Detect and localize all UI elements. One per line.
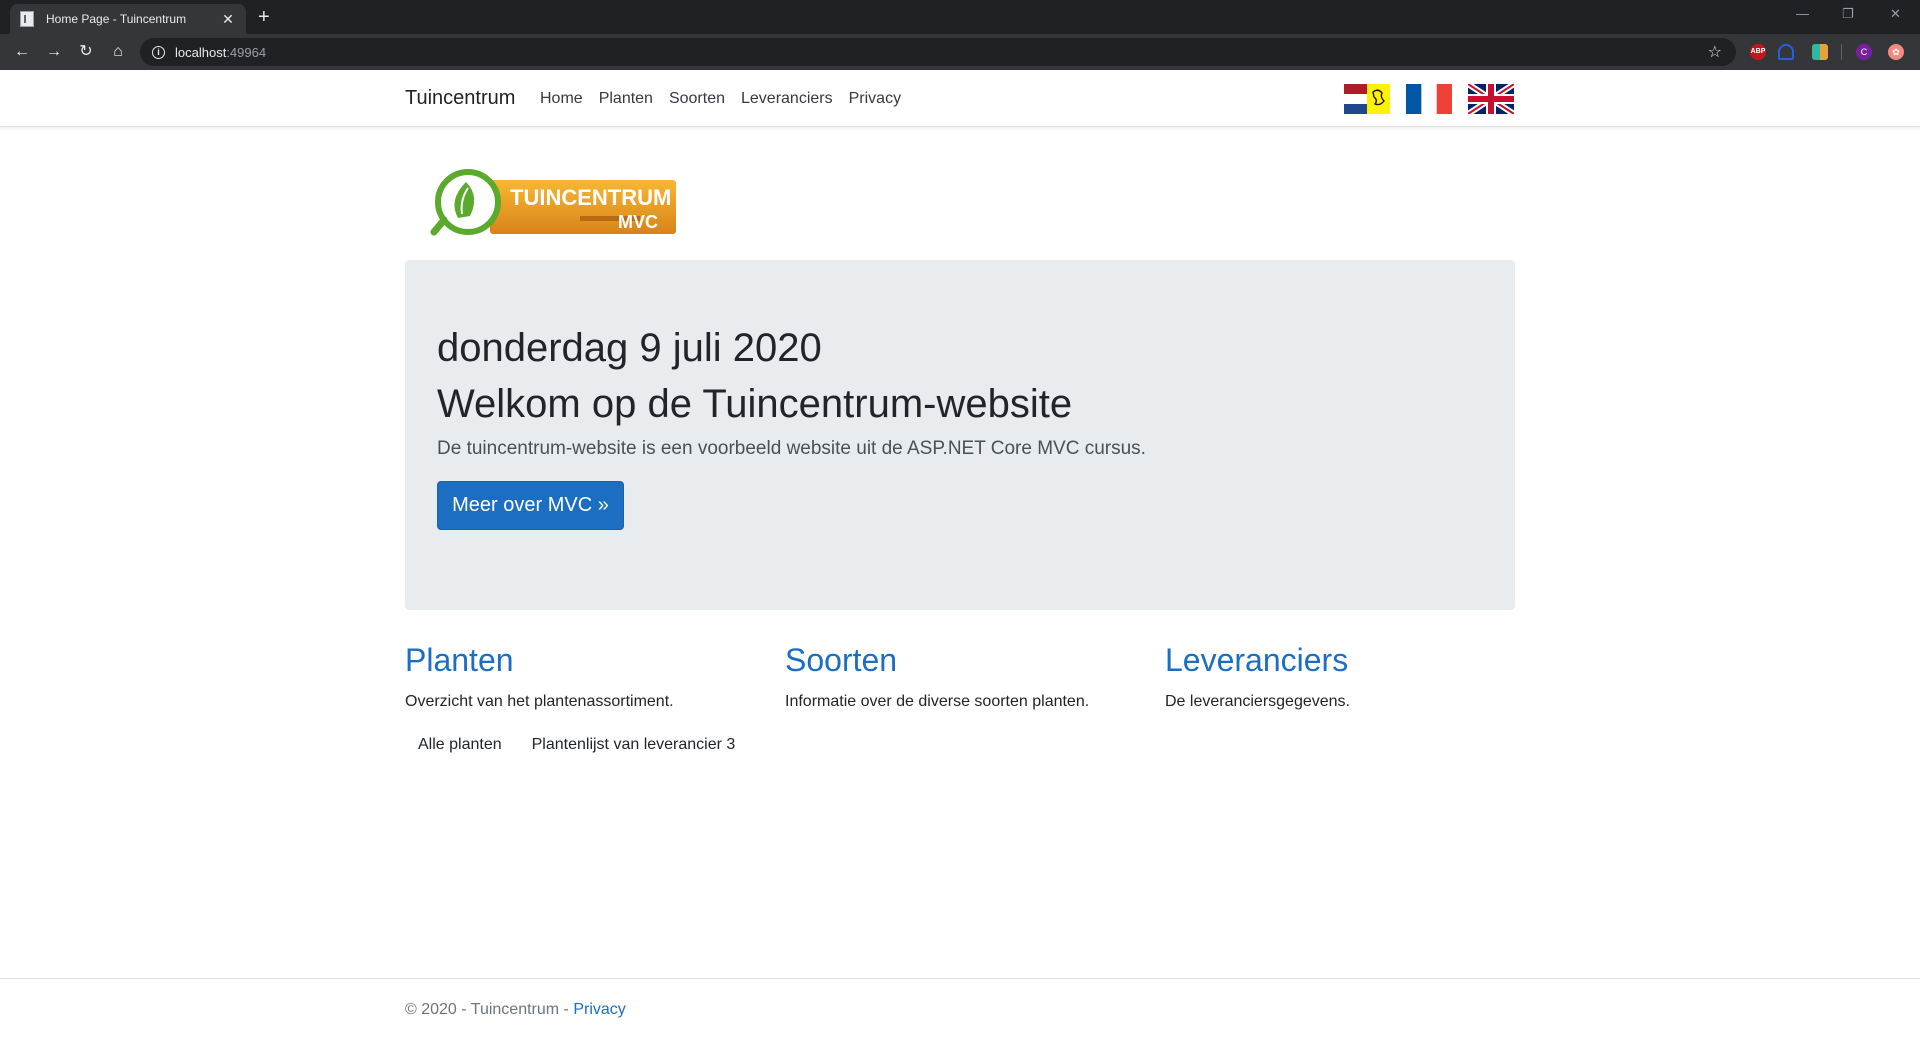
address-bar[interactable]: i localhost :49964 ☆ — [140, 38, 1736, 66]
nav-link-soorten[interactable]: Soorten — [669, 90, 725, 108]
leveranciers-section: Leveranciers De leveranciersgegevens. — [1165, 642, 1525, 711]
home-icon[interactable]: ⌂ — [108, 42, 128, 62]
leveranciers-heading-link[interactable]: Leveranciers — [1165, 642, 1525, 679]
nav-link-home[interactable]: Home — [540, 90, 583, 108]
soorten-section: Soorten Informatie over de diverse soort… — [785, 642, 1145, 711]
planten-heading-link[interactable]: Planten — [405, 642, 765, 679]
logo-text-line2: MVC — [618, 212, 658, 232]
restore-icon[interactable]: ❐ — [1842, 6, 1854, 22]
dutch-flag-icon[interactable] — [1344, 84, 1390, 114]
uk-flag-icon[interactable] — [1468, 84, 1514, 114]
alle-planten-link[interactable]: Alle planten — [418, 736, 502, 754]
nav-link-planten[interactable]: Planten — [599, 90, 653, 108]
jumbotron: donderdag 9 juli 2020 Welkom op de Tuinc… — [405, 260, 1515, 610]
browser-tabstrip: Home Page - Tuincentrum ✕ + — ❐ ✕ — [0, 0, 1920, 34]
planten-sublinks: Alle planten Plantenlijst van leverancie… — [418, 736, 735, 754]
toolbar-divider — [1841, 44, 1842, 60]
new-tab-icon[interactable]: + — [258, 6, 270, 28]
window-close-icon[interactable]: ✕ — [1890, 6, 1901, 22]
info-icon[interactable]: i — [152, 45, 165, 59]
tuincentrum-logo: TUINCENTRUM MVC — [430, 169, 676, 236]
soorten-description: Informatie over de diverse soorten plant… — [785, 693, 1090, 710]
welcome-heading: Welkom op de Tuincentrum-website — [437, 382, 1073, 426]
minimize-icon[interactable]: — — [1796, 6, 1809, 21]
url-port: :49964 — [226, 44, 267, 60]
profile-avatar[interactable]: C — [1856, 44, 1872, 60]
footer-text: © 2020 - Tuincentrum - Privacy — [405, 1001, 626, 1019]
logo-text-line1: TUINCENTRUM — [510, 185, 671, 210]
close-icon[interactable]: ✕ — [220, 11, 236, 28]
french-flag-icon[interactable] — [1406, 84, 1452, 114]
meer-over-mvc-button[interactable]: Meer over MVC » — [437, 481, 624, 530]
back-icon[interactable]: ← — [12, 42, 32, 62]
navbar-brand[interactable]: Tuincentrum — [405, 87, 515, 110]
site-navbar: Tuincentrum Home Planten Soorten Leveran… — [0, 70, 1920, 127]
copyright-text: © 2020 - Tuincentrum - — [405, 1001, 574, 1018]
browser-toolbar: ← → ↻ ⌂ i localhost :49964 ☆ ABP C ✿ — [0, 34, 1920, 70]
planten-description: Overzicht van het plantenassortiment. — [405, 693, 674, 710]
plantenlijst-leverancier-link[interactable]: Plantenlijst van leverancier 3 — [532, 736, 736, 754]
current-date: donderdag 9 juli 2020 — [437, 326, 822, 370]
nav-link-privacy[interactable]: Privacy — [849, 90, 901, 108]
nav-link-leveranciers[interactable]: Leveranciers — [741, 90, 833, 108]
tab-title: Home Page - Tuincentrum — [46, 12, 187, 26]
page-icon — [20, 11, 34, 27]
leveranciers-description: De leveranciersgegevens. — [1165, 693, 1350, 710]
forward-icon[interactable]: → — [44, 42, 64, 62]
reload-icon[interactable]: ↻ — [76, 42, 96, 62]
planten-section: Planten Overzicht van het plantenassorti… — [405, 642, 765, 711]
web-page: Tuincentrum Home Planten Soorten Leveran… — [0, 70, 1920, 1040]
extension-icon[interactable] — [1812, 44, 1828, 60]
bookmark-star-icon[interactable]: ☆ — [1708, 42, 1722, 62]
extension-icon[interactable] — [1778, 44, 1794, 60]
site-footer: © 2020 - Tuincentrum - Privacy — [0, 978, 1920, 1040]
adblock-extension-icon[interactable]: ABP — [1750, 44, 1766, 60]
extension-icon[interactable]: ✿ — [1888, 44, 1904, 60]
soorten-heading-link[interactable]: Soorten — [785, 642, 1145, 679]
nav-links: Home Planten Soorten Leveranciers Privac… — [540, 90, 901, 108]
browser-tab[interactable]: Home Page - Tuincentrum ✕ — [10, 4, 246, 34]
lead-text: De tuincentrum-website is een voorbeeld … — [437, 438, 1146, 459]
footer-privacy-link[interactable]: Privacy — [573, 1001, 625, 1018]
url-host: localhost — [175, 44, 227, 60]
